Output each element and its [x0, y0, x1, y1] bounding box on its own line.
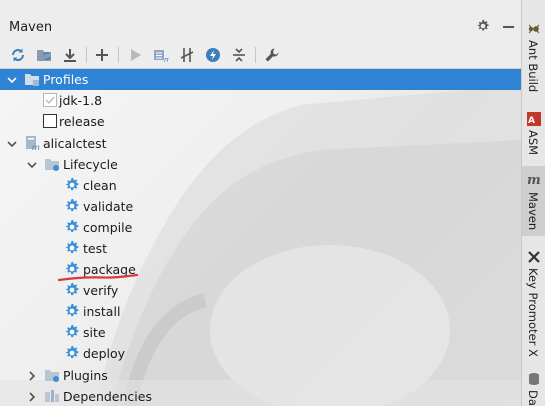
tab-label: Ant Build — [526, 40, 540, 93]
tree-label: Lifecycle — [63, 157, 118, 172]
lifecycle-goal[interactable]: site — [0, 322, 521, 343]
chevron-down-icon[interactable] — [7, 75, 17, 85]
database-icon — [529, 373, 539, 385]
svg-text:m: m — [164, 56, 169, 63]
skip-tests-icon[interactable] — [203, 45, 223, 65]
title-bar: Maven — [0, 0, 521, 40]
generate-sources-icon[interactable] — [34, 45, 54, 65]
gear-icon — [65, 219, 79, 233]
tree-node-plugins[interactable]: Plugins — [0, 365, 521, 386]
tree-node-profiles[interactable]: Profiles — [0, 69, 521, 90]
goal-label: clean — [83, 178, 117, 193]
lifecycle-goal[interactable]: clean — [0, 175, 521, 196]
tree-label: alicalctest — [43, 136, 107, 151]
goal-label: install — [83, 304, 121, 319]
chevron-down-icon[interactable] — [7, 139, 17, 149]
gear-icon[interactable] — [476, 19, 490, 33]
folder-gear-icon — [45, 370, 59, 382]
maven-project-tree: Profiles jdk-1.8 release m alicalctest L… — [0, 69, 521, 406]
reload-icon[interactable] — [8, 45, 28, 65]
run-icon[interactable] — [125, 45, 145, 65]
goal-label: verify — [83, 283, 119, 298]
folder-gear-icon — [45, 159, 59, 171]
tree-node-project[interactable]: m alicalctest — [0, 133, 521, 154]
goal-label: compile — [83, 220, 133, 235]
profile-item[interactable]: release — [0, 111, 521, 132]
tree-node-dependencies[interactable]: Dependencies — [0, 386, 521, 406]
profile-label: jdk-1.8 — [59, 93, 103, 108]
download-icon[interactable] — [60, 45, 80, 65]
folder-icon — [25, 74, 39, 86]
lifecycle-goal[interactable]: install — [0, 301, 521, 322]
maven-toolbar: m — [0, 40, 521, 69]
tab-asm[interactable]: A ASM — [522, 108, 545, 164]
execute-goal-icon[interactable]: m — [151, 45, 171, 65]
lifecycle-goal[interactable]: compile — [0, 217, 521, 238]
asm-icon: A — [527, 112, 541, 126]
minimize-icon[interactable] — [503, 26, 514, 28]
lifecycle-goal[interactable]: deploy — [0, 343, 521, 364]
gear-icon — [65, 345, 79, 359]
settings-wrench-icon[interactable] — [262, 45, 282, 65]
svg-text:m: m — [527, 173, 541, 186]
dependencies-icon — [45, 390, 59, 402]
toggle-offline-icon[interactable] — [177, 45, 197, 65]
svg-text:m: m — [32, 143, 40, 151]
lifecycle-goal[interactable]: test — [0, 238, 521, 259]
tab-label: ASM — [526, 130, 540, 156]
chevron-down-icon[interactable] — [27, 160, 37, 170]
tab-label: Key Promoter X — [526, 268, 540, 357]
gear-icon — [65, 324, 79, 338]
tree-label: Dependencies — [63, 389, 152, 404]
gear-icon — [65, 282, 79, 296]
svg-text:A: A — [528, 116, 535, 126]
chevron-right-icon[interactable] — [27, 392, 37, 402]
tab-label: Da — [526, 390, 540, 406]
collapse-all-icon[interactable] — [229, 45, 249, 65]
profile-label: release — [59, 114, 105, 129]
tree-node-lifecycle[interactable]: Lifecycle — [0, 154, 521, 175]
window-title: Maven — [9, 20, 53, 35]
gear-icon — [65, 198, 79, 212]
tree-label: Profiles — [43, 72, 89, 87]
annotation-underline — [58, 273, 138, 282]
tab-key-promoter-x[interactable]: Key Promoter X — [522, 246, 545, 358]
maven-module-icon: m — [26, 136, 40, 151]
goal-label: test — [83, 241, 108, 256]
goal-label: site — [83, 325, 106, 340]
goal-label: validate — [83, 199, 134, 214]
profile-item[interactable]: jdk-1.8 — [0, 90, 521, 111]
tab-ant-build[interactable]: Ant Build — [522, 18, 545, 98]
tab-maven[interactable]: m Maven — [522, 166, 545, 236]
gear-icon — [65, 240, 79, 254]
goal-label: deploy — [83, 346, 126, 361]
gear-icon — [65, 177, 79, 191]
tab-label: Maven — [526, 192, 540, 231]
tab-database[interactable]: Da — [522, 368, 545, 406]
key-promoter-icon — [528, 251, 540, 263]
add-icon[interactable] — [92, 45, 112, 65]
lifecycle-goal[interactable]: validate — [0, 196, 521, 217]
checkbox-checked[interactable] — [43, 93, 57, 107]
tree-label: Plugins — [63, 368, 108, 383]
maven-tool-window: Maven m — [0, 0, 521, 406]
chevron-right-icon[interactable] — [27, 371, 37, 381]
checkbox-unchecked[interactable] — [43, 114, 57, 128]
right-tool-strip: Ant Build A ASM m Maven Key Promoter X D… — [521, 0, 545, 406]
gear-icon — [65, 303, 79, 317]
maven-icon: m — [527, 173, 541, 186]
ant-icon — [528, 24, 540, 34]
